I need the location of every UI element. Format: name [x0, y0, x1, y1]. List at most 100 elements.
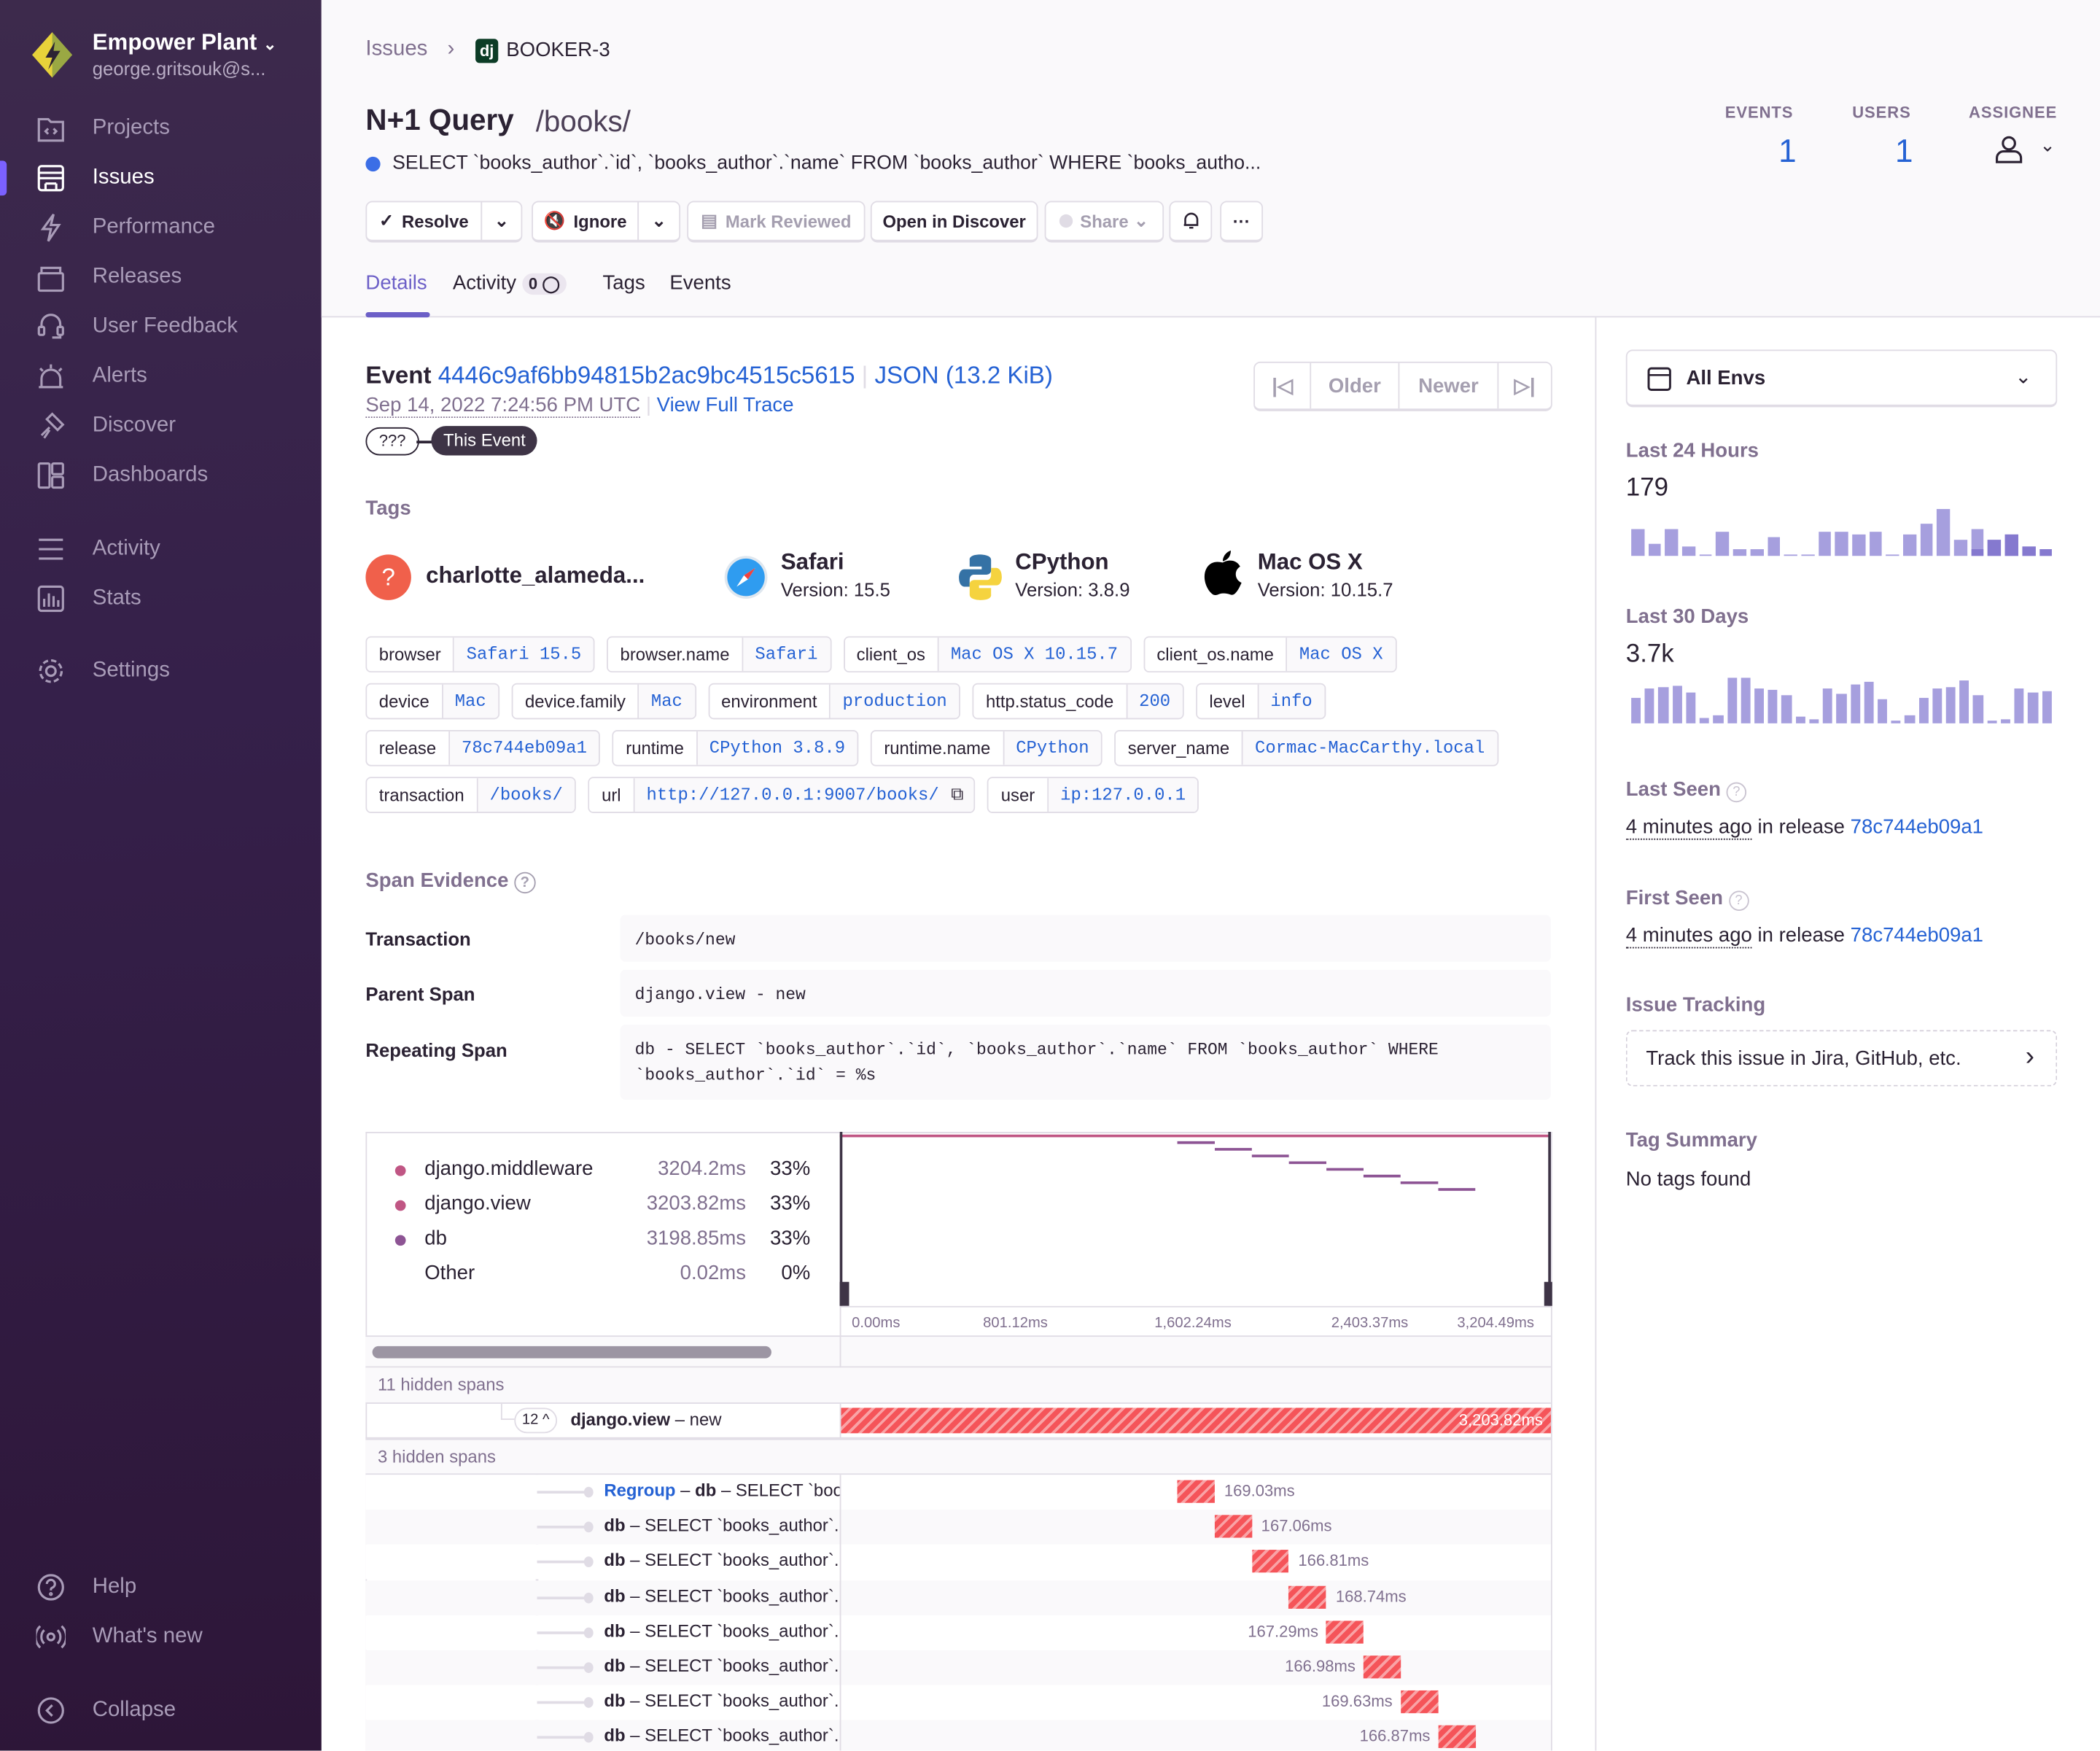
tag-pill[interactable]: client_os Mac OS X 10.15.7 — [843, 636, 1131, 672]
tag-key[interactable]: server_name — [1116, 731, 1242, 765]
tab-events[interactable]: Events — [669, 272, 731, 295]
help-icon[interactable]: ? — [1729, 890, 1749, 911]
sparkline-bar[interactable] — [1905, 715, 1915, 723]
last-seen-release-link[interactable]: 78c744eb09a1 — [1851, 816, 1983, 839]
environment-selector[interactable]: All Envs ⌄ — [1626, 349, 2057, 407]
ignore-dropdown[interactable]: ⌄ — [637, 201, 680, 243]
tag-key[interactable]: user — [989, 778, 1048, 812]
tag-value[interactable]: Mac — [443, 685, 498, 718]
older-button[interactable]: Older — [1311, 363, 1399, 408]
tag-value[interactable]: CPython — [1004, 731, 1101, 765]
view-full-trace-link[interactable]: View Full Trace — [657, 394, 794, 416]
sparkline-bar[interactable] — [1809, 719, 1819, 723]
tag-key[interactable]: browser.name — [608, 637, 743, 671]
sparkline-bar[interactable] — [1686, 692, 1695, 723]
sparkline-bar[interactable] — [1741, 678, 1750, 723]
sparkline-bar[interactable] — [1665, 529, 1679, 556]
sparkline-bar[interactable] — [2001, 720, 2010, 723]
tag-value[interactable]: info — [1259, 685, 1324, 718]
tag-value[interactable]: http://127.0.0.1:9007/books/ — [634, 778, 951, 812]
tag-key[interactable]: http.status_code — [973, 685, 1127, 718]
sparkline-bar[interactable] — [1869, 532, 1882, 556]
sidebar-item-settings[interactable]: Settings — [0, 651, 322, 691]
sparkline-bar[interactable] — [1782, 695, 1792, 723]
sparkline-bar[interactable] — [1937, 509, 1951, 556]
tag-value[interactable]: ip:127.0.0.1 — [1049, 778, 1198, 812]
span-row[interactable]: db – SELECT `books_author`.`id` 168.74ms — [365, 1580, 1551, 1615]
minimap[interactable] — [840, 1132, 1552, 1306]
span-bar[interactable] — [1438, 1725, 1475, 1748]
sparkline-bar[interactable] — [1699, 554, 1712, 556]
tag-pill[interactable]: release 78c744eb09a1 — [365, 730, 600, 766]
last-30d-chart[interactable] — [1631, 678, 2052, 723]
sparkline-bar[interactable] — [1946, 687, 1956, 723]
tag-value[interactable]: Safari — [743, 637, 830, 671]
breadcrumb-issues[interactable]: Issues — [365, 37, 427, 61]
open-in-discover-button[interactable]: Open in Discover — [871, 201, 1038, 243]
tab-tags[interactable]: Tags — [603, 272, 645, 295]
newest-event-button[interactable]: ▷| — [1498, 363, 1551, 408]
users-count[interactable]: 1 — [1895, 134, 1913, 171]
tag-key[interactable]: transaction — [367, 778, 478, 812]
sparkline-bar[interactable] — [2005, 535, 2018, 556]
sparkline-bar[interactable] — [1818, 532, 1831, 556]
span-bar[interactable] — [1252, 1550, 1289, 1573]
json-link[interactable]: JSON (13.2 KiB) — [874, 362, 1052, 389]
sparkline-bar[interactable] — [1801, 554, 1814, 556]
sparkline-bar[interactable] — [1973, 695, 1983, 723]
sparkline-bar[interactable] — [2015, 689, 2024, 723]
oldest-event-button[interactable]: |◁ — [1255, 363, 1311, 408]
sparkline-bar[interactable] — [1768, 537, 1781, 556]
sidebar-item-help[interactable]: Help — [0, 1567, 322, 1607]
sparkline-bar[interactable] — [1727, 678, 1737, 723]
tag-pill[interactable]: url http://127.0.0.1:9007/books/⧉ — [588, 777, 976, 813]
tag-key[interactable]: level — [1197, 685, 1259, 718]
sparkline-bar[interactable] — [1835, 532, 1848, 556]
tag-key[interactable]: url — [590, 778, 634, 812]
last-24h-chart[interactable] — [1631, 509, 2052, 556]
tag-pill[interactable]: level info — [1196, 683, 1326, 720]
tag-pill[interactable]: runtime.name CPython — [871, 730, 1102, 766]
tag-key[interactable]: runtime — [614, 731, 698, 765]
sidebar-item-alerts[interactable]: Alerts — [0, 357, 322, 397]
collapse-children-toggle[interactable]: 12 ^ — [514, 1408, 557, 1433]
sparkline-bar[interactable] — [1795, 717, 1805, 723]
span-bar[interactable] — [1178, 1480, 1215, 1503]
sparkline-bar[interactable] — [1631, 529, 1644, 556]
sparkline-bar[interactable] — [1932, 689, 1942, 723]
tab-activity[interactable]: Activity 0 ◯ — [453, 272, 567, 295]
sidebar-item-stats[interactable]: Stats — [0, 578, 322, 618]
sparkline-bar[interactable] — [1714, 716, 1723, 723]
tag-value[interactable]: CPython 3.8.9 — [697, 731, 857, 765]
tag-pill[interactable]: runtime CPython 3.8.9 — [612, 730, 859, 766]
sparkline-bar[interactable] — [1750, 548, 1763, 556]
sparkline-bar[interactable] — [1878, 699, 1887, 723]
sparkline-bar[interactable] — [1920, 523, 1933, 556]
sparkline-bar[interactable] — [1837, 694, 1846, 723]
sparkline-bar[interactable] — [1918, 699, 1928, 723]
tag-key[interactable]: device — [367, 685, 443, 718]
tag-pill[interactable]: environment production — [708, 683, 960, 720]
sparkline-bar[interactable] — [1659, 687, 1668, 723]
sidebar-item-releases[interactable]: Releases — [0, 257, 322, 298]
sparkline-bar[interactable] — [1850, 684, 1859, 723]
sparkline-bar[interactable] — [1987, 721, 1996, 723]
tag-pill[interactable]: http.status_code 200 — [973, 683, 1184, 720]
sparkline-bar[interactable] — [2039, 548, 2052, 556]
ignore-button[interactable]: 🔇 Ignore — [532, 201, 639, 243]
resolve-dropdown[interactable]: ⌄ — [481, 201, 522, 243]
help-icon[interactable]: ? — [514, 872, 535, 893]
tag-pill[interactable]: server_name Cormac-MacCarthy.local — [1114, 730, 1498, 766]
sidebar-item-what-s-new[interactable]: What's new — [0, 1617, 322, 1657]
minimap-right-handle[interactable] — [1544, 1282, 1552, 1306]
sparkline-bar[interactable] — [1648, 544, 1661, 556]
span-bar[interactable] — [1401, 1690, 1439, 1713]
sparkline-bar[interactable] — [1960, 681, 1969, 723]
mark-reviewed-button[interactable]: ▤ Mark Reviewed — [687, 201, 865, 243]
newer-button[interactable]: Newer — [1399, 363, 1498, 408]
tag-value[interactable]: Mac — [639, 685, 694, 718]
sparkline-bar[interactable] — [1631, 699, 1641, 723]
sparkline-bar[interactable] — [1784, 554, 1797, 556]
share-button[interactable]: Share ⌄ — [1045, 201, 1164, 243]
tag-pill[interactable]: device.family Mac — [512, 683, 696, 720]
